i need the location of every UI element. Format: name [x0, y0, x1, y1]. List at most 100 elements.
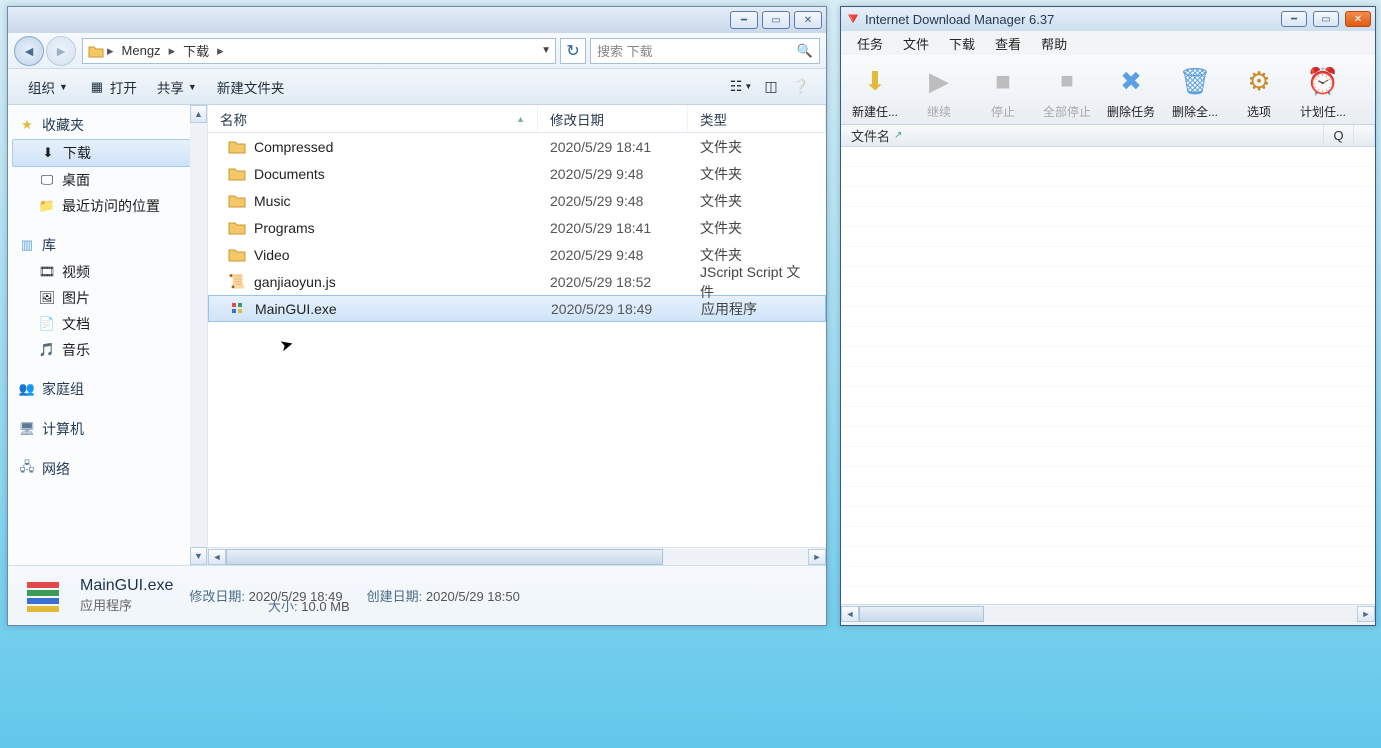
- folder-icon: [228, 138, 246, 156]
- idm-close-button[interactable]: ✕: [1345, 11, 1371, 27]
- sidebar-item-文档[interactable]: 📄文档: [8, 311, 207, 337]
- folder-icon: [228, 165, 246, 183]
- file-date: 2020/5/29 18:52: [538, 274, 688, 290]
- tool-label: 停止: [991, 103, 1015, 120]
- idm-col-q[interactable]: Q: [1324, 125, 1354, 146]
- idm-menubar: 任务文件下载查看帮助: [841, 31, 1375, 55]
- homegroup-icon: 👥: [18, 381, 36, 397]
- new-folder-button[interactable]: 新建文件夹: [207, 73, 295, 101]
- breadcrumb-seg[interactable]: 下载: [177, 41, 215, 60]
- menu-查看[interactable]: 查看: [985, 32, 1031, 55]
- toolbar-选项[interactable]: ⚙选项: [1227, 61, 1291, 120]
- idm-list-header: 文件名↗ Q: [841, 125, 1375, 147]
- view-menu[interactable]: ☷▼: [728, 75, 754, 99]
- tool-label: 计划任...: [1300, 103, 1346, 120]
- file-row[interactable]: MainGUI.exe 2020/5/29 18:49 应用程序: [208, 295, 826, 322]
- file-row[interactable]: Compressed 2020/5/29 18:41 文件夹: [208, 133, 826, 160]
- col-type[interactable]: 类型: [688, 105, 826, 132]
- file-row[interactable]: Music 2020/5/29 9:48 文件夹: [208, 187, 826, 214]
- toolbar-删除任务[interactable]: ✖删除任务: [1099, 61, 1163, 120]
- refresh-button[interactable]: ↻: [560, 38, 586, 64]
- sidebar-item-label: 下载: [63, 143, 91, 163]
- sidebar-item-图片[interactable]: 🖼图片: [8, 285, 207, 311]
- organize-menu[interactable]: 组织▼: [18, 73, 78, 101]
- sidebar-item-音乐[interactable]: 🎵音乐: [8, 337, 207, 363]
- sidebar-item-视频[interactable]: 🎞视频: [8, 259, 207, 285]
- details-size-value: 10.0 MB: [301, 599, 349, 614]
- tool-label: 选项: [1247, 103, 1271, 120]
- tool-icon: ■: [983, 61, 1023, 101]
- idm-app-icon: 🔻: [845, 11, 861, 27]
- toolbar-停止[interactable]: ■ 停止: [971, 61, 1035, 120]
- js-icon: 📜: [228, 273, 246, 291]
- search-input[interactable]: 搜索 下载 🔍: [590, 38, 820, 64]
- toolbar-全部停止[interactable]: ⏹全部停止: [1035, 61, 1099, 120]
- details-name: MainGUI.exe: [80, 577, 173, 595]
- menu-帮助[interactable]: 帮助: [1031, 32, 1077, 55]
- forward-button[interactable]: ►: [46, 36, 76, 66]
- idm-col-filename[interactable]: 文件名↗: [841, 125, 1324, 146]
- sidebar-favorites[interactable]: ★收藏夹: [8, 111, 207, 139]
- file-row[interactable]: Documents 2020/5/29 9:48 文件夹: [208, 160, 826, 187]
- file-list-hscroll[interactable]: ◄ ►: [208, 547, 826, 565]
- idm-minimize-button[interactable]: ━: [1281, 11, 1307, 27]
- tool-label: 新建任...: [852, 103, 898, 120]
- tool-icon: ⬇: [855, 61, 895, 101]
- toolbar-继续[interactable]: ▶ 继续: [907, 61, 971, 120]
- menu-任务[interactable]: 任务: [847, 32, 893, 55]
- tool-icon: ▶: [919, 61, 959, 101]
- sidebar-item-桌面[interactable]: 🖵桌面: [8, 167, 207, 193]
- toolbar-删除全...[interactable]: 🗑删除全...: [1163, 61, 1227, 120]
- details-size-label: 大小:: [268, 599, 298, 614]
- menu-下载[interactable]: 下载: [939, 32, 985, 55]
- col-name[interactable]: 名称▲: [208, 105, 538, 132]
- idm-hscroll[interactable]: ◄ ►: [841, 605, 1375, 623]
- app-icon: [22, 575, 64, 617]
- breadcrumb-seg[interactable]: Mengz: [116, 43, 167, 58]
- sidebar-homegroup[interactable]: 👥家庭组: [8, 375, 207, 403]
- file-name: Video: [254, 247, 290, 263]
- breadcrumb[interactable]: ▸ Mengz ▸ 下载 ▸ ▼: [82, 38, 556, 64]
- sidebar-libraries[interactable]: ▥库: [8, 231, 207, 259]
- toolbar-计划任...[interactable]: ⏰ 计划任...: [1291, 61, 1355, 120]
- network-icon: 🖧: [18, 461, 36, 477]
- tool-label: 删除全...: [1172, 103, 1218, 120]
- file-date: 2020/5/29 18:49: [539, 301, 689, 317]
- sidebar-scrollbar[interactable]: ▲▼: [190, 105, 207, 565]
- file-list: 名称▲ 修改日期 类型 Compressed 2020/5/29 18:41 文…: [208, 105, 826, 565]
- file-name: Programs: [254, 220, 315, 236]
- sidebar-item-label: 文档: [62, 314, 90, 334]
- picture-icon: 🖼: [38, 290, 56, 306]
- idm-maximize-button[interactable]: ▭: [1313, 11, 1339, 27]
- exe-icon: [229, 300, 247, 318]
- file-date: 2020/5/29 9:48: [538, 193, 688, 209]
- tool-label: 继续: [927, 103, 951, 120]
- close-button[interactable]: ✕: [794, 11, 822, 29]
- toolbar-新建任...[interactable]: ⬇ 新建任...: [843, 61, 907, 120]
- explorer-toolbar: 组织▼ ▦打开 共享▼ 新建文件夹 ☷▼ ◫ ❔: [8, 69, 826, 105]
- help-button[interactable]: ❔: [788, 75, 814, 99]
- menu-文件[interactable]: 文件: [893, 32, 939, 55]
- minimize-button[interactable]: ━: [730, 11, 758, 29]
- share-menu[interactable]: 共享▼: [147, 73, 207, 101]
- sidebar-computer[interactable]: 🖥计算机: [8, 415, 207, 443]
- open-button[interactable]: ▦打开: [78, 73, 147, 101]
- details-created-label: 创建日期:: [367, 589, 423, 604]
- idm-download-list[interactable]: [841, 147, 1375, 605]
- sidebar-item-label: 音乐: [62, 340, 90, 360]
- back-button[interactable]: ◄: [14, 36, 44, 66]
- file-name: ganjiaoyun.js: [254, 274, 336, 290]
- sidebar-network[interactable]: 🖧网络: [8, 455, 207, 483]
- video-icon: 🎞: [38, 264, 56, 280]
- preview-pane-button[interactable]: ◫: [758, 75, 784, 99]
- details-type: 应用程序: [80, 595, 173, 614]
- col-date[interactable]: 修改日期: [538, 105, 688, 132]
- file-name: Documents: [254, 166, 325, 182]
- maximize-button[interactable]: ▭: [762, 11, 790, 29]
- tool-icon: ⏰: [1303, 61, 1343, 101]
- folder-icon: [228, 192, 246, 210]
- sidebar-item-下载[interactable]: ⬇下载: [12, 139, 203, 167]
- file-row[interactable]: 📜ganjiaoyun.js 2020/5/29 18:52 JScript S…: [208, 268, 826, 295]
- file-row[interactable]: Programs 2020/5/29 18:41 文件夹: [208, 214, 826, 241]
- sidebar-item-最近访问的位置[interactable]: 📁最近访问的位置: [8, 193, 207, 219]
